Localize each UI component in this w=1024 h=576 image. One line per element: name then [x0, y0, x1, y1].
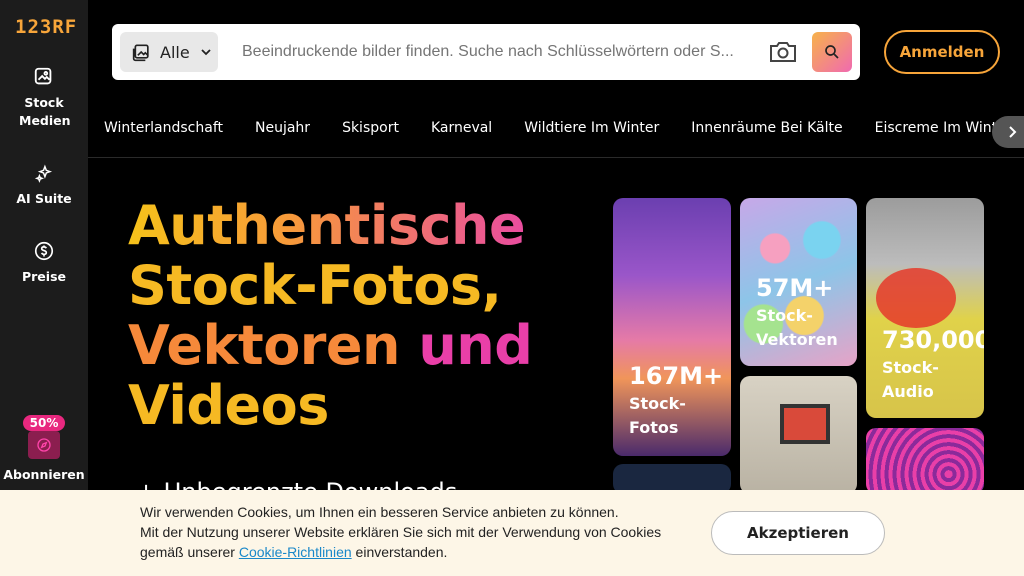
sidebar-item-label: Stock Medien: [19, 95, 71, 128]
card-label: Stock- Audio: [882, 358, 939, 401]
tag-link[interactable]: Winterlandschaft: [104, 120, 223, 136]
search-scope-dropdown[interactable]: Alle: [120, 32, 218, 72]
accept-cookies-button[interactable]: Akzeptieren: [711, 511, 885, 555]
search-button[interactable]: [812, 32, 852, 72]
search-bar: Alle: [112, 24, 860, 80]
hero-line-1: Authentische: [128, 196, 532, 256]
subscribe-label: Abonnieren: [3, 467, 85, 482]
tags-next-button[interactable]: [992, 116, 1024, 148]
image-stack-icon: [34, 67, 52, 85]
card-stock-audio[interactable]: 730,000+ Stock-Audio: [866, 198, 984, 418]
search-icon: [825, 45, 839, 59]
cookie-policy-link[interactable]: Cookie-Richtlinien: [239, 544, 352, 560]
card-count: 167M+: [629, 362, 724, 390]
camera-icon[interactable]: [768, 39, 798, 65]
sparkle-icon: [34, 164, 53, 183]
hero-line-3: Vektoren und: [128, 314, 533, 377]
logo[interactable]: 123RF: [15, 16, 77, 38]
tag-link[interactable]: Skisport: [342, 120, 399, 136]
card-collage-thumb[interactable]: [740, 376, 857, 494]
card-stock-photos[interactable]: 167M+ Stock- Fotos: [613, 198, 731, 456]
card-label: Stock- Fotos: [629, 394, 686, 437]
compass-icon: [37, 438, 51, 452]
hero-heading: Authentische Stock-Fotos, Vektoren und V…: [128, 196, 533, 437]
discount-badge: 50%: [22, 415, 66, 431]
tag-link[interactable]: Neujahr: [255, 120, 310, 136]
card-label: Stock- Vektoren: [756, 306, 838, 349]
search-scope-value: Alle: [160, 42, 190, 62]
tag-link[interactable]: Karneval: [431, 120, 492, 136]
tv-shape: [780, 404, 830, 444]
sidebar-item-label: Preise: [21, 269, 66, 284]
top-bar: Alle Anmelden Winterlandschaft Neujahr Ski…: [88, 0, 1024, 158]
promo-box: [28, 431, 60, 459]
card-count: 730,000+: [882, 326, 984, 354]
chevron-right-icon: [1009, 126, 1017, 138]
image-icon: [132, 44, 149, 62]
login-button[interactable]: Anmelden: [884, 30, 1000, 74]
subscribe-promo[interactable]: 50% Abonnieren: [0, 412, 88, 482]
card-stock-vectors[interactable]: 57M+ Stock- Vektoren: [740, 198, 857, 366]
audio-visual: [876, 268, 956, 328]
search-input[interactable]: [242, 40, 750, 64]
dollar-circle-icon: [34, 241, 54, 261]
chevron-down-icon: [201, 49, 211, 56]
sidebar-item-pricing[interactable]: Preise: [0, 240, 88, 286]
category-tags: Winterlandschaft Neujahr Skisport Karneval W…: [104, 120, 1024, 144]
cookie-text: Wir verwenden Cookies, um Ihnen ein bess…: [140, 504, 662, 560]
hero-line-2: Stock-Fotos,: [128, 254, 502, 317]
card-pattern-thumb[interactable]: [866, 428, 984, 494]
tag-link[interactable]: Wildtiere Im Winter: [524, 120, 659, 136]
sidebar-item-ai-suite[interactable]: AI Suite: [0, 162, 88, 208]
tag-link[interactable]: Eiscreme Im Winter: [875, 120, 1012, 136]
card-count: 57M+: [756, 274, 834, 302]
sidebar-item-stock-media[interactable]: Stock Medien: [0, 66, 88, 130]
cookie-banner: Wir verwenden Cookies, um Ihnen ein bess…: [0, 490, 1024, 576]
tag-link[interactable]: Innenräume Bei Kälte: [691, 120, 842, 136]
sidebar-item-label: AI Suite: [16, 191, 72, 206]
hero-line-4: Videos: [128, 374, 329, 437]
